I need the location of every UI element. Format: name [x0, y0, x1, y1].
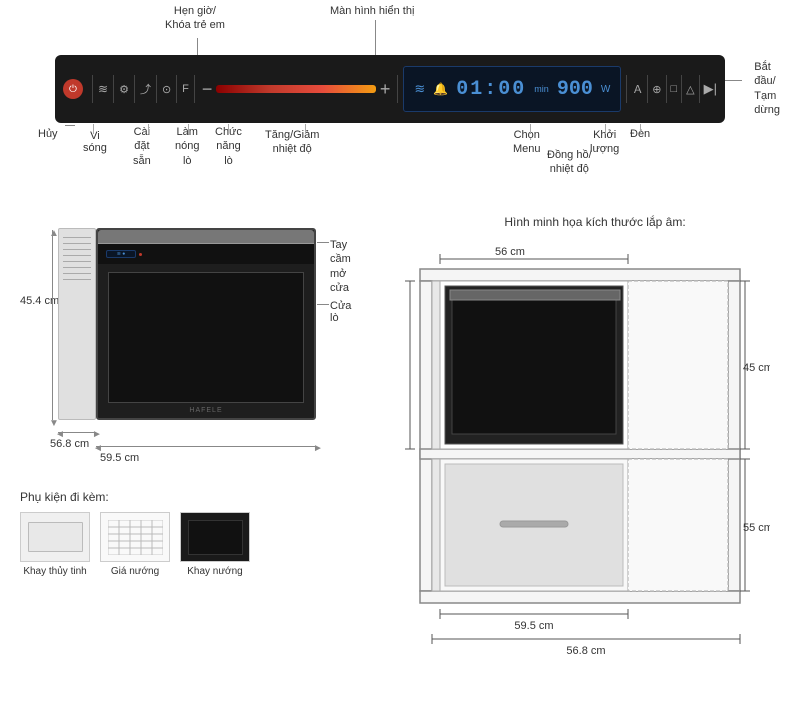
settings-icon[interactable]: ⚙ [119, 83, 129, 96]
clock-icon[interactable]: ⊕ [652, 83, 661, 96]
label-vi-song: Visóng [83, 130, 107, 154]
dimensions-title: Hình minh họa kích thước lắp âm: [400, 215, 790, 229]
svg-text:55 cm: 55 cm [743, 522, 770, 534]
oven-side-panel [58, 228, 96, 420]
annotation-hen-gio: Hẹn giờ/ Khóa trẻ em [165, 4, 225, 33]
dimensions-diagram: 56 cm 45 cm 55 cm 45.4 cm 59.5 cm [400, 239, 770, 699]
svg-text:56 cm: 56 cm [495, 246, 525, 258]
oven-brand-label: HAFELE [189, 407, 222, 414]
accessory-label-baking-tray: Khay nướng [187, 566, 243, 577]
microwave-icon[interactable]: ≋ [98, 82, 108, 96]
oven-door-glass [108, 272, 304, 403]
annotation-handle: Tay cầmmở cửa [330, 238, 351, 295]
label-huy: Hủy [38, 128, 58, 140]
dim-height: 45.4 cm [20, 295, 59, 307]
label-chon-menu: ChọnMenu [513, 128, 541, 157]
accessory-khay-thuy-tinh: Khay thủy tinh [20, 512, 90, 577]
display-screen: ≋ 🔔 01:00 min 900 W [403, 66, 621, 112]
weight-icon[interactable]: □ [671, 83, 678, 95]
temperature-bar [216, 85, 376, 93]
time-display: 01:00 [456, 78, 526, 101]
accessories-title: Phụ kiện đi kèm: [20, 490, 310, 504]
accessory-label-glass-tray: Khay thủy tinh [23, 566, 86, 577]
oven-section: 45.4 cm ▲ ▼ ≋ ● [20, 200, 340, 490]
light-icon[interactable]: △ [686, 83, 694, 96]
accessory-khay-nuong: Khay nướng [180, 512, 250, 577]
function-icon[interactable]: ⊙ [162, 83, 171, 96]
oven-handle[interactable] [98, 230, 314, 244]
f-icon[interactable]: F [182, 83, 189, 95]
svg-text:45.4 cm: 45.4 cm [400, 351, 401, 390]
dim-depth: 59.5 cm [100, 452, 139, 464]
power-button[interactable]: ⏻ [63, 79, 83, 99]
time-unit: min [534, 84, 549, 94]
start-button[interactable]: ▶| [704, 81, 717, 97]
temp-unit: W [601, 84, 610, 95]
accessory-gia-nuong: Giá nướng [100, 512, 170, 577]
menu-icon[interactable]: Ａ [632, 81, 643, 97]
label-tang-giam: Tăng/Giảmnhiệt độ [265, 128, 319, 157]
control-panel: ⏻ ≋ ⚙ ⤴ ⊙ F − + ≋ 🔔 01:00 min [55, 55, 725, 123]
annotation-door: Cửa lò [330, 300, 351, 324]
wave-display-icon: ≋ [414, 81, 425, 97]
oven-body: ≋ ● HAFELE [96, 228, 316, 420]
accessory-label-rack: Giá nướng [111, 566, 159, 577]
dimensions-section: Hình minh họa kích thước lắp âm: [400, 215, 790, 702]
annotation-man-hinh: Màn hình hiển thị [330, 4, 414, 18]
decrease-button[interactable]: − [202, 79, 213, 100]
increase-button[interactable]: + [380, 79, 391, 100]
svg-text:56.8 cm: 56.8 cm [566, 645, 605, 657]
label-dong-ho: Đồng hồ/nhiệt độ [547, 148, 592, 177]
accessories-section: Phụ kiện đi kèm: Khay thủy tinh [20, 490, 310, 577]
temp-display: 900 [557, 78, 593, 101]
annotation-bat-dau: Bắt đầu/ Tạm dừng [754, 60, 780, 117]
svg-text:59.5 cm: 59.5 cm [514, 620, 553, 632]
bell-icon: 🔔 [433, 82, 448, 96]
svg-text:45 cm: 45 cm [743, 362, 770, 374]
preheat-icon[interactable]: ⤴ [140, 81, 151, 97]
